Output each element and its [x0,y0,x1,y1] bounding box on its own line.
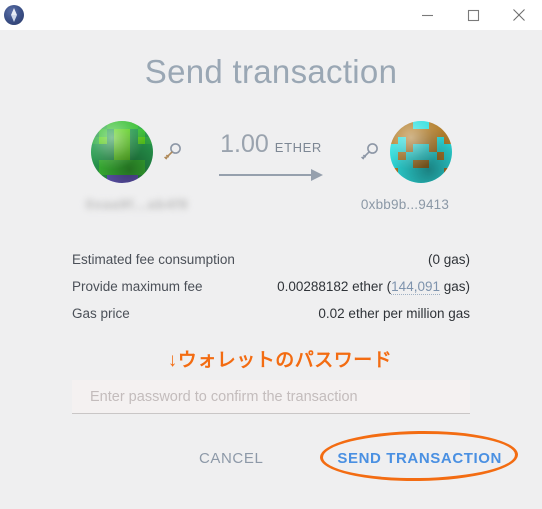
password-annotation: ↓ウォレットのパスワード [167,350,393,371]
recipient-key-icon[interactable] [358,141,380,163]
fee-value: 0.00288182 ether (144,091 gas) [277,279,470,295]
fee-value-text: (0 gas) [427,252,470,267]
transfer-amount: 1.00 ETHER [212,116,330,181]
fee-label: Provide maximum fee [72,279,203,294]
sender-identicon [91,121,153,183]
gas-limit-editable[interactable]: 144,091 [391,279,440,295]
recipient-address: 0xbb9b...9413 [360,197,450,212]
fee-value: (0 gas) [428,252,470,267]
recipient-top [358,116,452,188]
transfer-summary: 0xaa9f...ab4f9 1.00 ETHER 0xbb9b...9413 [0,116,542,212]
sender-address: 0xaa9f...ab4f9 [85,197,189,212]
amount-currency: ETHER [274,140,322,155]
recipient-party: 0xbb9b...9413 [330,116,480,212]
fee-value-text: 0.02 ether per million gas [318,306,470,321]
password-input[interactable] [72,380,470,414]
window-controls [404,0,542,30]
table-row: Estimated fee consumption (0 gas) [72,246,470,273]
window-titlebar [0,0,542,30]
page-title: Send transaction [144,53,398,90]
ethereum-logo-icon [4,5,24,25]
fee-label: Estimated fee consumption [72,252,235,267]
maximize-icon[interactable] [450,0,496,30]
minimize-icon[interactable] [404,0,450,30]
fee-value: 0.02 ether per million gas [318,306,470,321]
fee-details: Estimated fee consumption (0 gas) Provid… [72,246,470,327]
dialog-actions: CANCEL SEND TRANSACTION [0,429,542,483]
recipient-identicon [390,121,452,183]
table-row: Gas price 0.02 ether per million gas [72,300,470,327]
send-transaction-button[interactable]: SEND TRANSACTION [333,444,506,473]
cancel-button[interactable]: CANCEL [195,444,267,473]
sender-party: 0xaa9f...ab4f9 [62,116,212,212]
sender-top [91,116,183,188]
password-field-wrapper [72,380,470,414]
arrow-right-icon [219,169,323,181]
table-row: Provide maximum fee 0.00288182 ether (14… [72,273,470,300]
fee-value-prefix: 0.00288182 ether ( [277,279,392,294]
close-icon[interactable] [496,0,542,30]
sender-key-icon[interactable] [161,141,183,163]
fee-label: Gas price [72,306,130,321]
fee-value-suffix: gas) [439,279,470,294]
amount-value: 1.00 [220,130,269,158]
